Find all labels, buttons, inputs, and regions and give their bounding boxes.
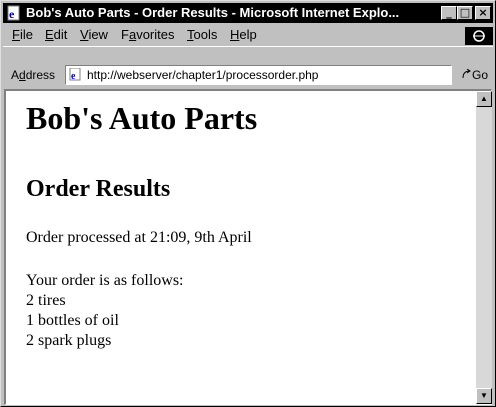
scroll-down-button[interactable]: ▼ xyxy=(476,388,492,404)
order-intro-text: Your order is as follows: xyxy=(26,272,184,289)
address-url[interactable]: http://webserver/chapter1/processorder.p… xyxy=(87,68,318,82)
svg-text:e: e xyxy=(71,71,76,81)
order-item: 2 tires xyxy=(26,292,66,309)
ie-throbber-icon xyxy=(465,27,493,45)
scroll-up-button[interactable]: ▲ xyxy=(476,91,492,107)
menu-bar: File Edit View Favorites Tools Help xyxy=(3,25,493,45)
address-label: Address xyxy=(11,68,56,82)
maximize-button[interactable]: □ xyxy=(457,6,473,20)
page-heading: Bob's Auto Parts xyxy=(26,100,258,136)
vertical-scrollbar[interactable]: ▲ ▼ xyxy=(476,91,492,404)
menu-edit[interactable]: Edit xyxy=(45,28,67,42)
ie-page-icon: e xyxy=(7,5,20,21)
menu-favorites[interactable]: Favorites xyxy=(121,28,174,42)
close-button[interactable]: × xyxy=(475,6,491,20)
page-subheading: Order Results xyxy=(26,176,171,202)
go-arrow-icon xyxy=(462,68,471,79)
go-label: Go xyxy=(472,68,489,82)
order-processed-text: Order processed at 21:09, 9th April xyxy=(26,229,252,246)
order-item: 2 spark plugs xyxy=(26,332,112,349)
page-content: Bob's Auto Parts Order Results Order pro… xyxy=(6,91,476,404)
ie-page-icon: e xyxy=(69,68,81,81)
menu-view[interactable]: View xyxy=(80,28,108,42)
content-frame: Bob's Auto Parts Order Results Order pro… xyxy=(4,89,492,405)
svg-text:e: e xyxy=(9,7,15,21)
order-item: 1 bottles of oil xyxy=(26,312,119,329)
minimize-button[interactable]: _ xyxy=(441,6,457,20)
address-bar: Address e http://webserver/chapter1/proc… xyxy=(3,46,493,86)
window-title: Bob's Auto Parts - Order Results - Micro… xyxy=(26,5,400,20)
menu-tools[interactable]: Tools xyxy=(187,28,217,42)
menu-help[interactable]: Help xyxy=(230,28,257,42)
browser-window: e Bob's Auto Parts - Order Results - Mic… xyxy=(0,0,496,407)
address-input[interactable]: e http://webserver/chapter1/processorder… xyxy=(65,65,452,85)
title-bar[interactable]: e Bob's Auto Parts - Order Results - Mic… xyxy=(3,3,493,23)
menu-file[interactable]: File xyxy=(12,28,33,42)
go-button[interactable]: Go xyxy=(461,66,493,84)
